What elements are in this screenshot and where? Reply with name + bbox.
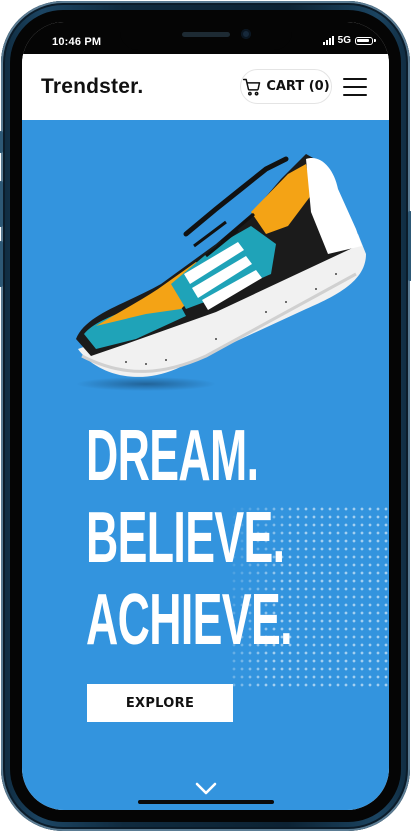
- screen: 10:46 PM 5G Trendster. CART (0) DREAM. B…: [22, 22, 389, 810]
- side-button: [0, 181, 3, 227]
- camera: [241, 29, 251, 39]
- status-indicators: 5G: [322, 35, 376, 46]
- status-time: 10:46 PM: [52, 36, 102, 48]
- site-logo[interactable]: Trendster.: [41, 75, 143, 99]
- hamburger-menu-icon[interactable]: [343, 78, 367, 96]
- cart-button[interactable]: CART (0): [240, 69, 332, 104]
- status-bar: 10:46 PM 5G: [22, 22, 389, 54]
- side-button: [0, 131, 3, 153]
- chevron-down-icon[interactable]: [195, 782, 217, 796]
- cart-label: CART (0): [266, 79, 330, 94]
- cart-icon: [243, 78, 261, 96]
- headline-line: ACHIEVE.: [86, 580, 293, 660]
- side-button: [0, 241, 3, 287]
- battery-icon: [355, 36, 376, 45]
- headline-line: DREAM.: [86, 416, 259, 496]
- sneaker-image: [76, 154, 366, 391]
- notch: [120, 22, 292, 50]
- signal-icon: [322, 36, 334, 45]
- home-indicator[interactable]: [138, 800, 274, 804]
- explore-button[interactable]: EXPLORE: [87, 684, 233, 722]
- hero-section: DREAM. BELIEVE. ACHIEVE. EXPLORE: [22, 120, 389, 810]
- headline-line: BELIEVE.: [86, 498, 285, 578]
- site-header: Trendster. CART (0): [22, 54, 389, 120]
- hero-headline: DREAM. BELIEVE. ACHIEVE.: [86, 415, 293, 661]
- speaker: [182, 32, 230, 37]
- network-label: 5G: [337, 35, 351, 46]
